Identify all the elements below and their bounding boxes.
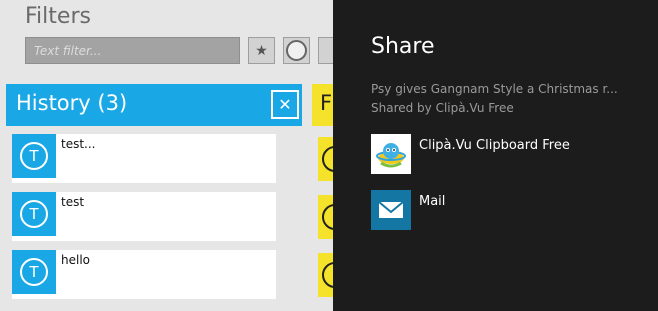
mail-icon — [371, 190, 411, 230]
text-filter-input[interactable] — [25, 37, 240, 64]
more-filter-button[interactable] — [318, 37, 333, 64]
favorites-title: F — [320, 91, 333, 115]
circle-filter-button[interactable] — [283, 37, 310, 64]
circle-icon — [286, 40, 307, 61]
circle-icon — [322, 262, 333, 288]
favorite-item[interactable] — [318, 137, 333, 181]
app-main-area: Filters ★ History (3) ✕ F T test... T te… — [0, 0, 333, 311]
share-target-clipavu[interactable]: Clipà.Vu Clipboard Free — [371, 134, 641, 174]
history-item[interactable]: T test — [12, 192, 276, 241]
history-item-text: test — [61, 195, 85, 209]
history-item[interactable]: T hello — [12, 250, 276, 299]
favorites-header: F — [312, 84, 333, 126]
favorites-filter-button[interactable]: ★ — [248, 37, 275, 64]
text-type-icon: T — [12, 134, 56, 178]
history-item[interactable]: T test... — [12, 134, 276, 183]
history-title: History (3) — [16, 91, 128, 115]
filters-title: Filters — [25, 4, 91, 29]
share-title: Share — [371, 34, 435, 59]
close-icon: ✕ — [278, 95, 292, 114]
clipavu-app-icon — [371, 134, 411, 174]
share-description: Psy gives Gangnam Style a Christmas r...… — [371, 80, 618, 118]
history-item-text: test... — [61, 137, 96, 151]
text-type-icon: T — [12, 192, 56, 236]
favorite-item[interactable] — [318, 253, 333, 297]
star-icon: ★ — [255, 42, 268, 59]
history-header: History (3) ✕ — [6, 84, 302, 126]
history-item-text: hello — [61, 253, 90, 267]
share-target-label: Mail — [419, 194, 446, 209]
circle-icon — [322, 204, 333, 230]
shared-content-title: Psy gives Gangnam Style a Christmas r... — [371, 82, 618, 96]
favorite-item[interactable] — [318, 195, 333, 239]
circle-icon — [322, 146, 333, 172]
text-type-icon: T — [12, 250, 56, 294]
share-target-mail[interactable]: Mail — [371, 190, 641, 230]
share-charm-panel: Share Psy gives Gangnam Style a Christma… — [333, 0, 658, 311]
clear-history-button[interactable]: ✕ — [271, 90, 299, 119]
shared-by-text: Shared by Clipà.Vu Free — [371, 101, 514, 115]
share-target-label: Clipà.Vu Clipboard Free — [419, 138, 570, 153]
